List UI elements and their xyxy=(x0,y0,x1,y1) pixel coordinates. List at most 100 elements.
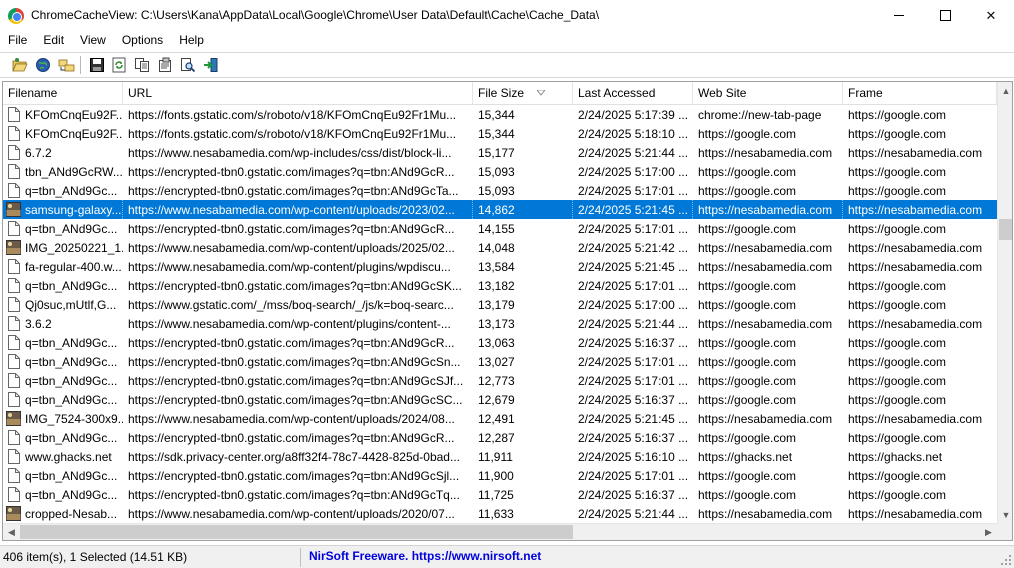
vertical-scroll-thumb[interactable] xyxy=(999,219,1012,240)
cell-filename: q=tbn_ANd9Gc... xyxy=(25,279,118,293)
cell-url: https://encrypted-tbn0.gstatic.com/image… xyxy=(128,279,462,293)
scroll-down-arrow-icon[interactable]: ▼ xyxy=(998,506,1012,523)
cell-file-size: 11,900 xyxy=(478,469,514,483)
cell-url: https://encrypted-tbn0.gstatic.com/image… xyxy=(128,431,455,445)
menu-edit[interactable]: Edit xyxy=(35,31,72,51)
cell-frame: https://ghacks.net xyxy=(848,450,943,464)
menu-help[interactable]: Help xyxy=(171,31,212,51)
maximize-button[interactable] xyxy=(922,0,968,31)
app-icon xyxy=(8,8,24,24)
cell-file-size: 15,344 xyxy=(478,108,515,122)
table-row[interactable]: KFOmCnqEu92F... https://fonts.gstatic.com… xyxy=(3,124,997,143)
table-row[interactable]: q=tbn_ANd9Gc... https://encrypted-tbn0.gs… xyxy=(3,276,997,295)
cell-web-site: https://google.com xyxy=(698,374,797,388)
refresh-icon xyxy=(112,57,126,73)
properties-button[interactable] xyxy=(156,56,174,74)
cell-frame: https://nesabamedia.com xyxy=(848,146,983,160)
find-icon xyxy=(181,58,196,73)
table-row[interactable]: www.ghacks.net https://sdk.privacy-center… xyxy=(3,447,997,466)
folders-button[interactable] xyxy=(57,56,75,74)
cache-list-view[interactable]: Filename URL File Size Last Accessed Web… xyxy=(2,81,1013,541)
table-row[interactable]: q=tbn_ANd9Gc... https://encrypted-tbn0.gs… xyxy=(3,371,997,390)
menu-file[interactable]: File xyxy=(0,31,35,51)
refresh-button[interactable] xyxy=(110,56,128,74)
table-row[interactable]: q=tbn_ANd9Gc... https://encrypted-tbn0.gs… xyxy=(3,466,997,485)
cell-filename: samsung-galaxy... xyxy=(3,200,123,219)
table-row[interactable]: Qj0suc,mUtlf,G... https://www.gstatic.com… xyxy=(3,295,997,314)
cell-frame: https://google.com xyxy=(848,431,947,445)
cell-url: https://fonts.gstatic.com/s/roboto/v18/K… xyxy=(128,108,457,122)
table-row[interactable]: IMG_20250221_1... https://www.nesabamedia… xyxy=(3,238,997,257)
close-button[interactable]: ✕ xyxy=(968,0,1014,31)
table-row[interactable]: q=tbn_ANd9Gc... https://encrypted-tbn0.gs… xyxy=(3,428,997,447)
cell-file-size: 15,344 xyxy=(478,127,515,141)
table-row[interactable]: tbn_ANd9GcRW... https://encrypted-tbn0.gs… xyxy=(3,162,997,181)
save-button[interactable] xyxy=(88,56,106,74)
table-row[interactable]: q=tbn_ANd9Gc... https://encrypted-tbn0.gs… xyxy=(3,181,997,200)
table-row[interactable]: q=tbn_ANd9Gc... https://encrypted-tbn0.gs… xyxy=(3,333,997,352)
table-row[interactable]: 6.7.2 https://www.nesabamedia.com/wp-incl… xyxy=(3,143,997,162)
cell-frame: https://google.com xyxy=(848,355,947,369)
scroll-left-arrow-icon[interactable]: ◀ xyxy=(3,524,20,540)
column-filename[interactable]: Filename xyxy=(3,82,123,104)
cell-url: https://encrypted-tbn0.gstatic.com/image… xyxy=(128,355,461,369)
table-row[interactable]: q=tbn_ANd9Gc... https://encrypted-tbn0.gs… xyxy=(3,219,997,238)
cell-url: https://www.nesabamedia.com/wp-includes/… xyxy=(128,146,452,160)
cell-file-size: 13,173 xyxy=(478,317,515,331)
status-bar: 406 item(s), 1 Selected (14.51 KB) NirSo… xyxy=(0,545,1014,568)
cell-file-size: 13,027 xyxy=(478,355,515,369)
column-file-size[interactable]: File Size xyxy=(473,82,573,104)
table-row[interactable]: cropped-Nesab... https://www.nesabamedia.… xyxy=(3,504,997,523)
cell-last-accessed: 2/24/2025 5:16:37 ... xyxy=(578,393,689,407)
column-web-site[interactable]: Web Site xyxy=(693,82,843,104)
cell-web-site: https://google.com xyxy=(698,298,797,312)
cell-last-accessed: 2/24/2025 5:17:01 ... xyxy=(578,279,689,293)
cell-url: https://encrypted-tbn0.gstatic.com/image… xyxy=(128,165,455,179)
nirsoft-link[interactable]: NirSoft Freeware. https://www.nirsoft.ne… xyxy=(309,549,541,563)
cell-last-accessed: 2/24/2025 5:16:37 ... xyxy=(578,488,689,502)
window-title: ChromeCacheView: C:\Users\Kana\AppData\L… xyxy=(31,8,600,22)
table-row[interactable]: samsung-galaxy... https://www.nesabamedia… xyxy=(3,200,997,219)
resize-grip-icon[interactable] xyxy=(1000,554,1012,566)
exit-button[interactable] xyxy=(202,56,220,74)
minimize-button[interactable] xyxy=(876,0,922,31)
table-row[interactable]: q=tbn_ANd9Gc... https://encrypted-tbn0.gs… xyxy=(3,390,997,409)
cell-filename: cropped-Nesab... xyxy=(25,507,118,521)
scroll-up-arrow-icon[interactable]: ▲ xyxy=(998,82,1012,99)
table-row[interactable]: 3.6.2 https://www.nesabamedia.com/wp-cont… xyxy=(3,314,997,333)
cell-frame: https://google.com xyxy=(848,165,947,179)
open-folder-button[interactable] xyxy=(11,56,29,74)
scroll-corner xyxy=(997,523,1012,540)
cell-url: https://www.nesabamedia.com/wp-content/p… xyxy=(128,317,451,331)
find-button[interactable] xyxy=(179,56,197,74)
table-row[interactable]: fa-regular-400.w... https://www.nesabamed… xyxy=(3,257,997,276)
web-button[interactable] xyxy=(34,56,52,74)
cell-filename: fa-regular-400.w... xyxy=(25,260,122,274)
open-folder-icon xyxy=(12,58,28,72)
scroll-right-arrow-icon[interactable]: ▶ xyxy=(980,524,997,540)
table-row[interactable]: KFOmCnqEu92F... https://fonts.gstatic.com… xyxy=(3,105,997,124)
vertical-scrollbar[interactable]: ▲ ▼ xyxy=(997,82,1012,540)
horizontal-scrollbar[interactable]: ◀ ▶ xyxy=(3,523,997,540)
cell-file-size: 11,633 xyxy=(478,507,514,521)
menu-view[interactable]: View xyxy=(72,31,114,51)
cell-frame: https://nesabamedia.com xyxy=(848,241,983,255)
column-url[interactable]: URL xyxy=(123,82,473,104)
close-icon: ✕ xyxy=(985,7,997,23)
column-last-accessed[interactable]: Last Accessed xyxy=(573,82,693,104)
column-frame[interactable]: Frame xyxy=(843,82,997,104)
cell-web-site: https://nesabamedia.com xyxy=(693,200,843,219)
cell-frame: https://nesabamedia.com xyxy=(848,260,983,274)
cell-last-accessed: 2/24/2025 5:17:00 ... xyxy=(578,298,689,312)
cell-file-size: 13,179 xyxy=(478,298,515,312)
cell-file-size: 13,584 xyxy=(478,260,515,274)
table-row[interactable]: IMG_7524-300x9... https://www.nesabamedia… xyxy=(3,409,997,428)
cell-frame: https://google.com xyxy=(848,108,947,122)
menu-options[interactable]: Options xyxy=(114,31,171,51)
cell-file-size: 14,155 xyxy=(478,222,515,236)
copy-button[interactable] xyxy=(133,56,151,74)
table-row[interactable]: q=tbn_ANd9Gc... https://encrypted-tbn0.gs… xyxy=(3,352,997,371)
table-row[interactable]: q=tbn_ANd9Gc... https://encrypted-tbn0.gs… xyxy=(3,485,997,504)
horizontal-scroll-thumb[interactable] xyxy=(20,525,573,539)
cell-last-accessed: 2/24/2025 5:18:10 ... xyxy=(578,127,689,141)
